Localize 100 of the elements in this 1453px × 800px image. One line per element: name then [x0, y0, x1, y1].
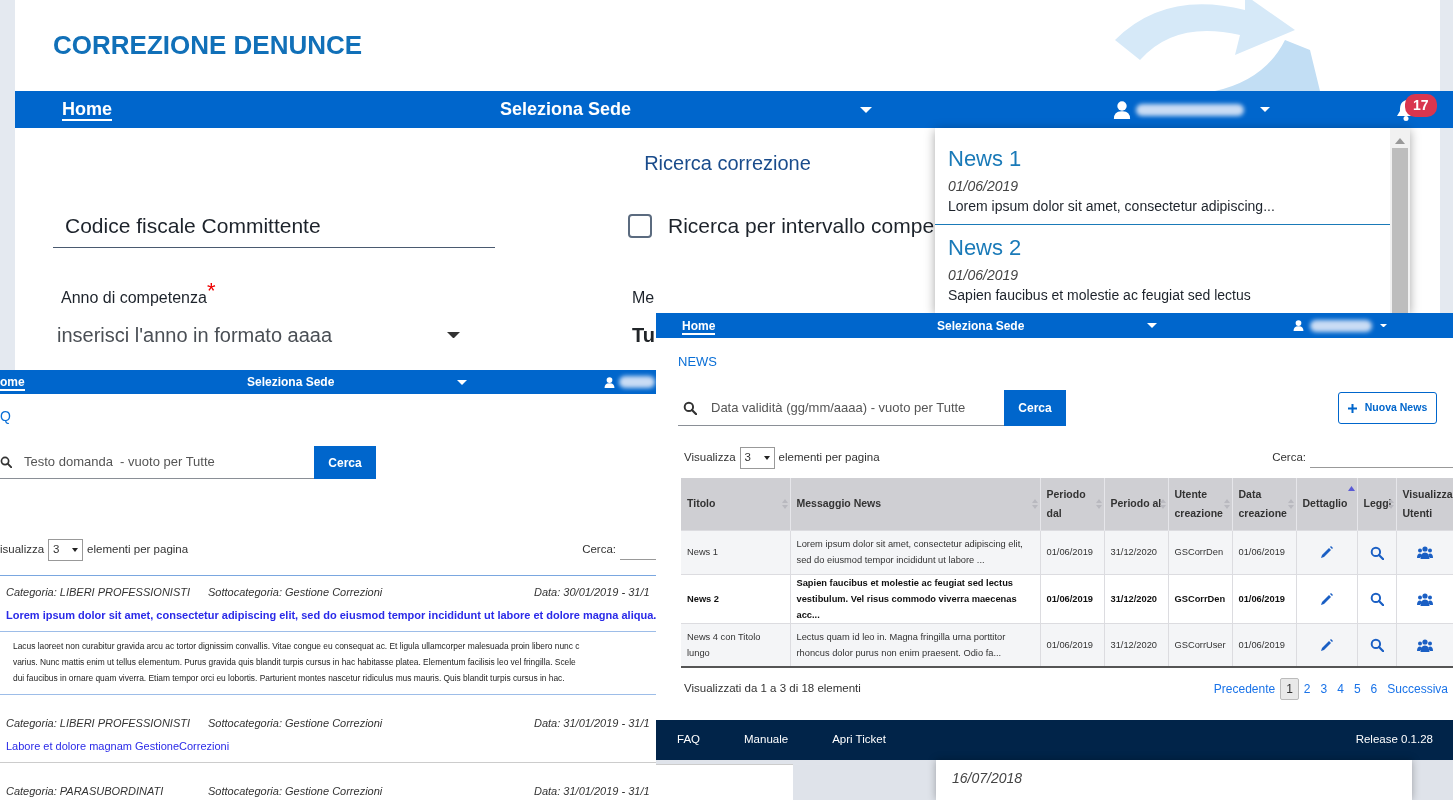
- caret-icon[interactable]: [1260, 107, 1270, 112]
- year-select[interactable]: inserisci l'anno in formato aaaa: [57, 320, 447, 350]
- home-link[interactable]: Home: [62, 99, 112, 121]
- home-link[interactable]: ome: [0, 375, 25, 391]
- answer-text: Lacus laoreet non curabitur gravida arcu ac tortor dignissim convallis. Vitae congue eu consequat ac. Et ligula ullamcorper malesuada proin libero nunc c varius. Nunc mattis enim ut tellus elementum. Purus gravida quis blandit turpis cursus in hac habitasse platea. Elementum facilisis leo vel fringilla. Scele dui faucibus in ornare quam viverra. Etiam tempor orci eu lobortis. Parturient montes nascetur ridiculus mus mauris. Quis blandit turpis cursus in hac.: [0, 631, 656, 686]
- column-header[interactable]: Periodo al: [1104, 478, 1168, 530]
- table-cell: 01/06/2019: [1232, 623, 1296, 667]
- column-header[interactable]: Dettaglio: [1296, 478, 1357, 530]
- caret-icon[interactable]: [447, 331, 460, 339]
- branch-selector[interactable]: Seleziona Sede: [937, 316, 1147, 335]
- home-link[interactable]: Home: [682, 318, 716, 335]
- page-size-label: Visualizza: [684, 450, 736, 466]
- search-icon: [0, 456, 12, 468]
- news-excerpt: Sapien faucibus et molestie ac feugiat sed lectus: [948, 286, 1252, 305]
- subcategory-label: Sottocategoria: Gestione Correzioni: [208, 784, 384, 799]
- table-cell: 31/12/2020: [1104, 530, 1168, 574]
- previous-link[interactable]: Precedente: [1208, 680, 1281, 698]
- scrollbar[interactable]: [1390, 128, 1410, 313]
- checkbox[interactable]: [628, 214, 652, 238]
- page-size-label: elementi per pagina: [87, 542, 189, 558]
- caret-icon[interactable]: [860, 106, 872, 113]
- table-cell: 31/12/2020: [1104, 623, 1168, 667]
- field-label: Me: [631, 289, 655, 306]
- user-icon[interactable]: [604, 376, 615, 388]
- table-cell: Lorem ipsum dolor sit amet, consectetur adipiscing elit, sed do eiusmod tempor incididunt ut labore ...: [790, 530, 1040, 574]
- sort-ascending-icon[interactable]: [1347, 486, 1355, 491]
- news-title[interactable]: News 1: [948, 146, 1377, 172]
- page-link[interactable]: 4: [1332, 680, 1349, 698]
- page-size-label: isualizza: [0, 542, 45, 558]
- search-button[interactable]: Cerca: [1004, 390, 1066, 426]
- faq-item[interactable]: Categoria: PARASUBORDINATI Sottocategoria: Gestione Correzioni Data: 31/01/2019 - 31/1: [0, 775, 656, 800]
- news-title[interactable]: News 2: [948, 235, 1377, 261]
- caret-icon[interactable]: [1380, 323, 1387, 328]
- user-icon[interactable]: [1293, 320, 1304, 331]
- subcategory-label: Sottocategoria: Gestione Correzioni: [208, 716, 384, 731]
- field-label: Anno di competenza: [60, 288, 207, 308]
- pencil-icon[interactable]: [1320, 546, 1333, 560]
- user-icon[interactable]: [1113, 100, 1131, 119]
- caret-icon: [763, 456, 770, 460]
- table-cell: 01/06/2019: [1040, 530, 1104, 574]
- page-link[interactable]: 6: [1365, 680, 1383, 698]
- table-cell: News 1: [681, 530, 790, 574]
- section-heading: Ricerca correzione: [644, 151, 811, 176]
- next-link[interactable]: Successiva: [1382, 680, 1453, 698]
- caret-icon[interactable]: [457, 379, 467, 385]
- page-title: Q: [0, 407, 12, 426]
- category-label: Categoria: LIBERI PROFESSIONISTI: [6, 585, 191, 600]
- release-label: Release 0.1.28: [1355, 732, 1433, 748]
- page-title: NEWS: [678, 353, 718, 371]
- table-cell: News 4 con Titolo lungo: [681, 623, 790, 667]
- page-link[interactable]: 2: [1298, 680, 1316, 698]
- footer-link[interactable]: Apri Ticket: [832, 731, 886, 749]
- users-icon[interactable]: [1416, 592, 1433, 606]
- footer-link[interactable]: Manuale: [744, 731, 789, 749]
- question-link[interactable]: Labore et dolore magnam GestioneCorrezioni: [0, 731, 656, 754]
- caret-icon[interactable]: [1147, 323, 1157, 328]
- column-header[interactable]: Visualizza Utenti: [1396, 478, 1453, 530]
- search-button[interactable]: Cerca: [314, 446, 376, 479]
- search-icon: [683, 400, 697, 415]
- users-icon[interactable]: [1416, 638, 1433, 652]
- page-link[interactable]: 1: [1280, 678, 1299, 700]
- page-size-select[interactable]: 3: [48, 539, 84, 561]
- column-header[interactable]: Periodo dal: [1040, 478, 1104, 530]
- column-header[interactable]: Data creazione: [1232, 478, 1296, 530]
- date-range: Data: 31/01/2019 - 31/1: [534, 716, 650, 731]
- branch-selector[interactable]: Seleziona Sede: [247, 373, 457, 391]
- question-link[interactable]: Lorem ipsum dolor sit amet, consectetur adipiscing elit, sed do eiusmod tempor incididunt ut labore et dolore magna aliqua.: [0, 600, 656, 623]
- footer-link[interactable]: FAQ: [677, 731, 700, 749]
- page-link[interactable]: 3: [1315, 680, 1333, 698]
- category-label: Categoria: PARASUBORDINATI: [6, 784, 165, 799]
- table-cell: Lectus quam id leo in. Magna fringilla urna porttitor rhoncus dolor purus non enim praesent. Odio fa...: [790, 623, 1040, 667]
- blurred-username: [619, 376, 655, 388]
- select-value[interactable]: Tu: [628, 324, 655, 346]
- category-label: Categoria: LIBERI PROFESSIONISTI: [6, 716, 191, 731]
- column-header[interactable]: Titolo: [681, 478, 790, 530]
- pencil-icon[interactable]: [1320, 592, 1333, 606]
- page-size-select[interactable]: 3: [739, 447, 775, 469]
- search-icon[interactable]: [1369, 638, 1384, 653]
- news-date: 16/07/2018: [952, 770, 1023, 786]
- faq-item[interactable]: Categoria: LIBERI PROFESSIONISTI Sottocategoria: Gestione Correzioni Data: 31/01/2019 - 31/1 Labore et dolore magnam GestioneCorrezioni: [0, 707, 656, 763]
- news-date: 01/06/2019: [948, 177, 1020, 196]
- page-size-label: elementi per pagina: [778, 450, 880, 466]
- table-cell: GSCorrDen: [1168, 530, 1232, 574]
- pencil-icon[interactable]: [1320, 638, 1333, 652]
- users-icon[interactable]: [1416, 546, 1433, 560]
- date-range: Data: 31/01/2019 - 31/1: [534, 784, 650, 799]
- news-date: 01/06/2019: [948, 266, 1020, 285]
- filter-label: Cerca:: [1272, 450, 1306, 466]
- branch-selector[interactable]: Seleziona Sede: [500, 96, 860, 123]
- new-news-button[interactable]: Nuova News: [1338, 392, 1437, 424]
- search-icon[interactable]: [1369, 545, 1384, 560]
- table-cell: GSCorrUser: [1168, 623, 1232, 667]
- column-header[interactable]: Utente creazione: [1168, 478, 1232, 530]
- page-link[interactable]: 5: [1348, 680, 1366, 698]
- date-range: Data: 30/01/2019 - 31/1: [534, 585, 650, 600]
- search-icon[interactable]: [1369, 592, 1384, 607]
- caret-icon: [72, 548, 79, 552]
- news-excerpt: Lorem ipsum dolor sit amet, consectetur adipiscing...: [948, 197, 1276, 216]
- column-header[interactable]: Messaggio News: [790, 478, 1040, 530]
- checkbox-label: Ricerca per intervallo compe: [668, 213, 935, 240]
